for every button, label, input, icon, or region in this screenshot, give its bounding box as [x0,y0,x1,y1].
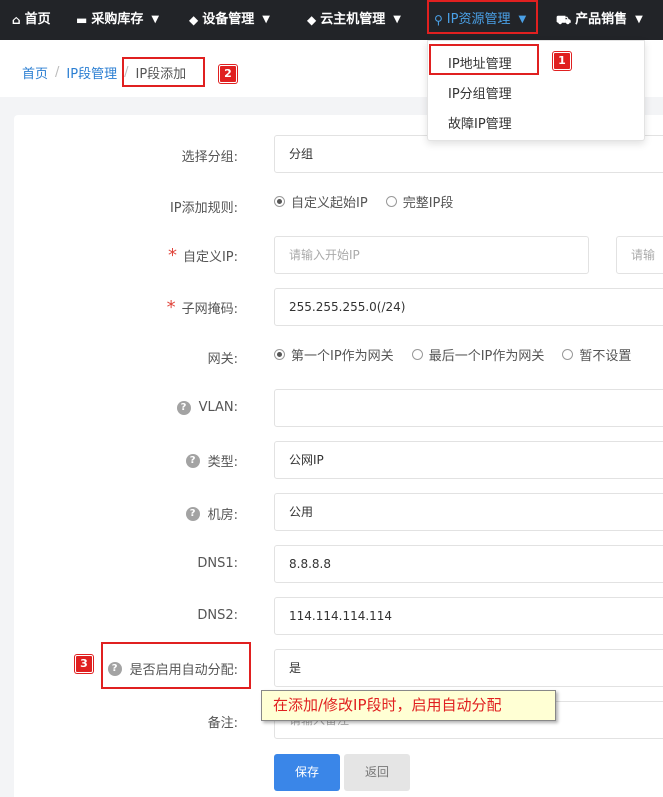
save-button[interactable]: 保存 [274,754,340,791]
vlan-input[interactable] [274,389,663,427]
back-button[interactable]: 返回 [344,754,410,791]
rule-option-full[interactable]: 完整IP段 [385,192,454,211]
highlight-box-auto-assign [101,642,251,689]
custom-ip-label: * 自定义IP: [167,245,238,266]
top-navbar: ⌂ 首页 ▬ 采购库存 ▼ ◆ 设备管理 ▼ ◆ 云主机管理 ▼ ⚲ IP资源管… [0,0,663,40]
rule-radio-group: 自定义起始IP 完整IP段 [274,192,471,211]
vlan-label: ? VLAN: [176,400,238,415]
chevron-down-icon: ▼ [635,14,643,25]
annotation-badge-2: 2 [219,65,237,83]
highlight-box-dropdown [429,44,539,75]
breadcrumb-separator: / [55,65,60,80]
dropdown-item-ip-group[interactable]: IP分组管理 [448,83,512,102]
annotation-badge-1: 1 [553,52,571,70]
dns2-label: DNS2: [197,608,238,623]
mask-label: * 子网掩码: [166,297,238,318]
type-select[interactable]: 公网IP [274,441,663,479]
radio-unchecked-icon [385,196,397,207]
cart-icon: ⛟ [556,13,572,27]
chevron-down-icon: ▼ [393,14,401,25]
radio-label: 第一个IP作为网关 [291,349,394,364]
type-label: ? 类型: [185,451,238,470]
placeholder-text: 请输入开始IP [289,248,360,262]
auto-assign-select[interactable]: 是 [274,649,663,687]
radio-checked-icon [274,349,285,360]
dns1-input[interactable]: 8.8.8.8 [274,545,663,583]
required-mark: * [167,245,177,266]
room-select[interactable]: 公用 [274,493,663,531]
nav-item-product-sales[interactable]: ⛟ 产品销售 ▼ [556,0,643,40]
radio-label: 暂不设置 [579,349,632,364]
end-ip-input[interactable]: 请输 [616,236,663,274]
nav-label: 设备管理 [202,12,255,27]
dropdown-item-fault-ip[interactable]: 故障IP管理 [448,113,512,132]
nav-item-home[interactable]: ⌂ 首页 [12,0,51,40]
radio-unchecked-icon [411,349,423,360]
cube-icon: ◆ [189,13,199,27]
help-icon[interactable]: ? [185,506,200,521]
help-icon[interactable]: ? [185,453,200,468]
home-icon: ⌂ [12,13,21,27]
nav-label: 采购库存 [91,12,144,27]
help-icon[interactable]: ? [176,400,191,415]
nav-label: 云主机管理 [320,12,386,27]
radio-unchecked-icon [562,349,574,360]
label-text: 类型: [207,455,238,470]
breadcrumb-home[interactable]: 首页 [22,63,48,82]
room-label: ? 机房: [185,504,238,523]
label-text: 机房: [207,508,238,523]
dns1-label: DNS1: [197,556,238,571]
annotation-tooltip: 在添加/修改IP段时，启用自动分配 [261,690,556,721]
radio-label: 完整IP段 [402,196,454,211]
highlight-box-nav [427,0,538,34]
rule-option-custom[interactable]: 自定义起始IP [274,192,368,211]
nav-item-devices[interactable]: ◆ 设备管理 ▼ [189,0,270,40]
radio-label: 自定义起始IP [291,196,368,211]
nav-label: 首页 [24,12,51,27]
gateway-label: 网关: [207,352,238,367]
placeholder-text: 请输 [631,248,656,262]
nav-label: 产品销售 [575,12,628,27]
dns2-input[interactable]: 114.114.114.114 [274,597,663,635]
chevron-down-icon: ▼ [262,14,270,25]
required-mark: * [166,297,176,318]
group-label: 选择分组: [181,150,238,165]
gateway-radio-group: 第一个IP作为网关 最后一个IP作为网关 暂不设置 [274,345,649,364]
gateway-option-first[interactable]: 第一个IP作为网关 [274,345,394,364]
gateway-option-none[interactable]: 暂不设置 [562,345,631,364]
highlight-box-breadcrumb [122,57,205,87]
inbox-icon: ▬ [76,13,88,27]
label-text: VLAN: [198,400,238,415]
nav-item-purchase[interactable]: ▬ 采购库存 ▼ [76,0,159,40]
breadcrumb-ip-segments[interactable]: IP段管理 [66,63,117,82]
label-text: 自定义IP: [182,250,238,265]
annotation-badge-3: 3 [75,655,93,673]
rule-label: IP添加规则: [169,201,238,216]
label-text: 子网掩码: [181,302,238,317]
nav-item-cloud-hosts[interactable]: ◆ 云主机管理 ▼ [307,0,401,40]
start-ip-input[interactable]: 请输入开始IP [274,236,589,274]
radio-checked-icon [274,196,285,207]
cube-icon: ◆ [307,13,317,27]
remark-label: 备注: [207,716,238,731]
mask-select[interactable]: 255.255.255.0(/24) [274,288,663,326]
gateway-option-last[interactable]: 最后一个IP作为网关 [411,345,545,364]
chevron-down-icon: ▼ [151,14,160,25]
radio-label: 最后一个IP作为网关 [428,349,545,364]
